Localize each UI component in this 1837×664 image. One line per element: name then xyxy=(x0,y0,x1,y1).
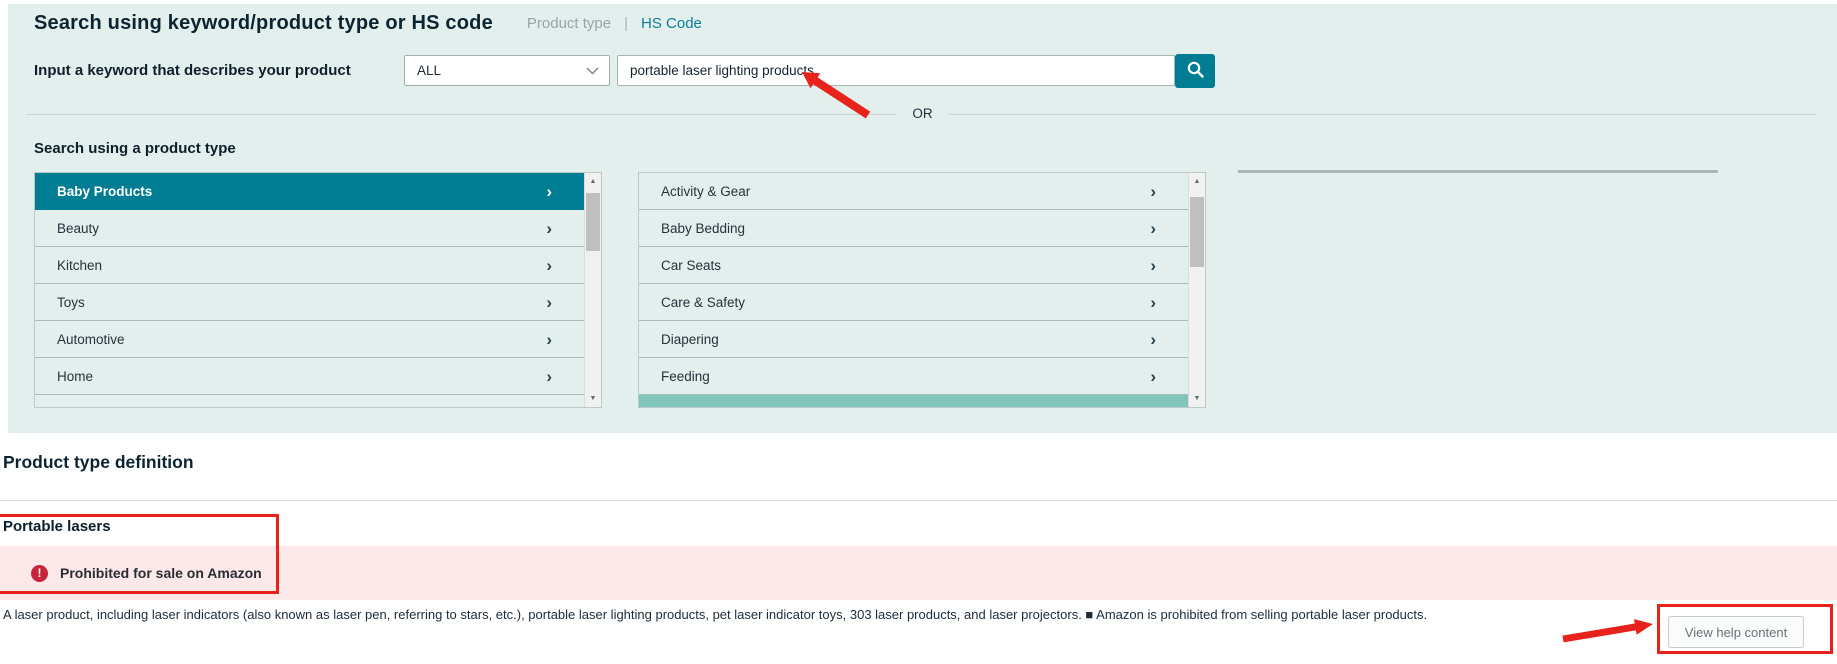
chevron-right-icon: › xyxy=(1150,220,1156,237)
search-button[interactable] xyxy=(1175,54,1215,88)
product-type-label: Baby Bedding xyxy=(661,221,745,236)
product-type-heading: Search using a product type xyxy=(34,140,236,157)
chevron-right-icon: › xyxy=(1150,294,1156,311)
annotation-arrow-help-button xyxy=(1555,615,1660,647)
scrollbar[interactable]: ▲ ▼ xyxy=(584,173,601,407)
scrollbar-thumb[interactable] xyxy=(1190,197,1204,267)
search-mode-tabs: Product type | HS Code xyxy=(527,15,702,32)
chevron-right-icon: › xyxy=(546,331,552,348)
product-type-label: Furniture xyxy=(661,406,720,409)
scroll-up-icon[interactable]: ▲ xyxy=(1189,173,1205,190)
product-type-rows: Baby Products › Beauty › Kitchen › Toys … xyxy=(35,173,584,408)
chevron-right-icon: › xyxy=(546,257,552,274)
product-type-row[interactable]: Beauty › xyxy=(35,210,584,247)
product-type-row[interactable]: Diapering › xyxy=(639,321,1188,358)
product-type-label: Car Seats xyxy=(661,258,721,273)
chevron-right-icon: › xyxy=(546,220,552,237)
product-type-row[interactable]: Baby Products › xyxy=(35,173,584,210)
product-type-row[interactable]: Care & Safety › xyxy=(639,284,1188,321)
chevron-right-icon: › xyxy=(546,294,552,311)
product-type-list-level2: Activity & Gear › Baby Bedding › Car Sea… xyxy=(638,172,1206,408)
prohibited-banner-text: Prohibited for sale on Amazon xyxy=(60,565,262,581)
product-type-label: Automotive xyxy=(57,332,125,347)
chevron-right-icon: › xyxy=(1150,257,1156,274)
product-classify-page: { "header": { "title": "Search using key… xyxy=(0,0,1837,664)
product-type-label: Baby Products xyxy=(57,184,152,199)
section-divider xyxy=(0,500,1837,501)
product-type-row[interactable]: Feeding › xyxy=(639,358,1188,395)
search-panel: Search using keyword/product type or HS … xyxy=(8,4,1837,433)
tab-product-type[interactable]: Product type xyxy=(527,15,611,32)
keyword-input[interactable] xyxy=(617,55,1175,86)
chevron-right-icon: › xyxy=(1150,405,1156,409)
product-type-row[interactable]: Car Seats › xyxy=(639,247,1188,284)
chevron-right-icon: › xyxy=(1150,331,1156,348)
tab-hs-code[interactable]: HS Code xyxy=(641,15,702,32)
chevron-down-icon xyxy=(586,63,599,78)
product-type-label: Kitchen xyxy=(57,258,102,273)
page-title: Search using keyword/product type or HS … xyxy=(34,12,493,35)
chevron-right-icon: › xyxy=(546,183,552,200)
category-dropdown[interactable]: ALL xyxy=(404,55,610,86)
level3-placeholder-divider xyxy=(1238,170,1718,173)
chevron-right-icon: › xyxy=(1150,183,1156,200)
product-type-row[interactable]: Jewelry › xyxy=(35,395,584,408)
product-type-label: Care & Safety xyxy=(661,295,745,310)
product-type-rows: Activity & Gear › Baby Bedding › Car Sea… xyxy=(639,173,1188,408)
view-help-content-button[interactable]: View help content xyxy=(1668,616,1804,648)
product-type-name: Portable lasers xyxy=(3,518,111,535)
chevron-right-icon: › xyxy=(546,405,552,409)
product-type-label: Feeding xyxy=(661,369,710,384)
scrollbar[interactable]: ▲ ▼ xyxy=(1188,173,1205,407)
product-type-label: Diapering xyxy=(661,332,719,347)
scroll-up-icon[interactable]: ▲ xyxy=(585,173,601,190)
product-type-label: Toys xyxy=(57,295,85,310)
keyword-search-row: Input a keyword that describes your prod… xyxy=(8,54,1837,89)
keyword-search-label: Input a keyword that describes your prod… xyxy=(34,62,351,79)
product-type-row[interactable]: Furniture › xyxy=(639,395,1188,408)
product-type-label: Home xyxy=(57,369,93,384)
product-type-row[interactable]: Kitchen › xyxy=(35,247,584,284)
product-type-row[interactable]: Activity & Gear › xyxy=(639,173,1188,210)
chevron-right-icon: › xyxy=(1150,368,1156,385)
product-type-row[interactable]: Toys › xyxy=(35,284,584,321)
scroll-down-icon[interactable]: ▼ xyxy=(1189,390,1205,407)
product-type-row[interactable]: Automotive › xyxy=(35,321,584,358)
product-type-label: Beauty xyxy=(57,221,99,236)
definition-description: A laser product, including laser indicat… xyxy=(3,607,1427,622)
prohibited-banner: ! Prohibited for sale on Amazon xyxy=(0,546,1837,600)
category-dropdown-value: ALL xyxy=(417,63,441,78)
panel-header: Search using keyword/product type or HS … xyxy=(34,12,702,35)
scrollbar-thumb[interactable] xyxy=(586,193,600,251)
product-type-label: Jewelry xyxy=(57,406,103,409)
or-label: OR xyxy=(896,106,948,121)
chevron-right-icon: › xyxy=(546,368,552,385)
product-type-list-level1: Baby Products › Beauty › Kitchen › Toys … xyxy=(34,172,602,408)
tab-separator: | xyxy=(624,15,628,32)
product-type-row[interactable]: Home › xyxy=(35,358,584,395)
product-type-label: Activity & Gear xyxy=(661,184,750,199)
definition-heading: Product type definition xyxy=(3,452,194,473)
scroll-down-icon[interactable]: ▼ xyxy=(585,390,601,407)
product-type-row[interactable]: Baby Bedding › xyxy=(639,210,1188,247)
alert-icon: ! xyxy=(31,565,48,582)
search-icon xyxy=(1186,60,1205,82)
